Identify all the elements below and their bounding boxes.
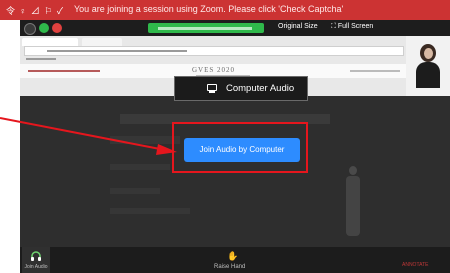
join-audio-label: Join Audio xyxy=(24,264,48,270)
annotation-arrow xyxy=(0,117,177,155)
screenshot: 令 ♀ ⊿ ⚐ ✓ You are joining a session usin… xyxy=(0,0,450,273)
join-audio-button[interactable]: Join Audio xyxy=(22,247,50,273)
watermark-text: ANNOTATE xyxy=(402,262,429,268)
headphone-icon xyxy=(31,251,41,261)
meeting-toolbar: Join Audio ✋ Raise Hand ANNOTATE xyxy=(20,247,450,273)
raise-hand-label: Raise Hand xyxy=(214,264,246,270)
raise-hand-icon[interactable]: ✋ xyxy=(227,251,238,262)
